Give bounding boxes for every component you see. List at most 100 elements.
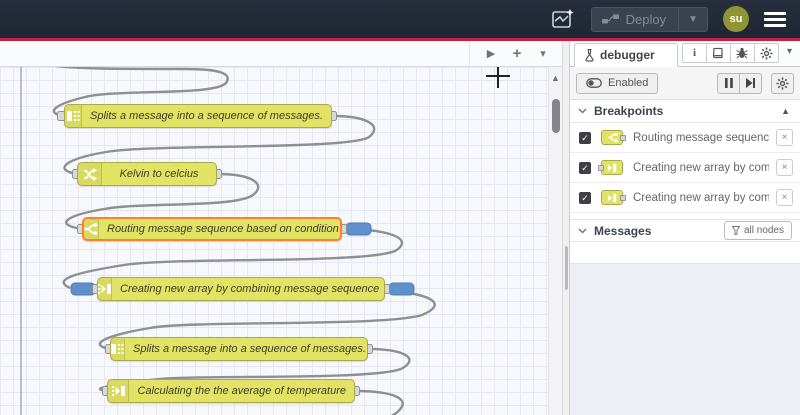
tab-debugger-label: debugger bbox=[600, 48, 655, 62]
messages-header[interactable]: Messages all nodes bbox=[570, 219, 800, 242]
node-label: Routing message sequence based on condit… bbox=[107, 223, 339, 235]
main-area: ▶ + ▾ Splits a message into a sequence o… bbox=[0, 41, 800, 415]
gear-icon bbox=[760, 47, 773, 59]
crosshair-cursor bbox=[486, 67, 510, 88]
filter-icon bbox=[731, 226, 740, 235]
node-label: Kelvin to celcius bbox=[119, 168, 199, 180]
breakpoint-checkbox[interactable]: ✓ bbox=[579, 161, 591, 174]
join-icon bbox=[108, 380, 130, 402]
user-avatar[interactable]: su bbox=[723, 6, 749, 32]
step-icon bbox=[746, 78, 755, 88]
node-change[interactable]: Kelvin to celcius bbox=[77, 162, 217, 186]
breakpoint-checkbox[interactable]: ✓ bbox=[579, 131, 591, 144]
sidebar-tab-icons: i ▾ bbox=[681, 43, 794, 63]
deploy-button[interactable]: Deploy ▼ bbox=[590, 6, 708, 32]
change-icon bbox=[78, 163, 102, 185]
split-icon bbox=[111, 338, 125, 360]
add-flow-button[interactable]: + bbox=[506, 44, 528, 64]
breakpoint-checkbox[interactable]: ✓ bbox=[579, 191, 591, 204]
node-join-1[interactable]: Creating new array by combining message … bbox=[97, 277, 385, 301]
messages-empty-row bbox=[570, 242, 800, 264]
node-switch-selected[interactable]: Routing message sequence based on condit… bbox=[82, 217, 342, 241]
node-split-2[interactable]: Splits a message into a sequence of mess… bbox=[110, 337, 368, 361]
breakpoints-scroll-up-icon[interactable]: ▲ bbox=[781, 106, 792, 116]
canvas-vertical-scrollbar[interactable]: ▲ bbox=[548, 67, 562, 415]
debugger-settings-button[interactable] bbox=[771, 72, 794, 94]
info-icon: i bbox=[692, 47, 696, 59]
breakpoints-title: Breakpoints bbox=[594, 104, 664, 118]
mini-port bbox=[598, 165, 604, 171]
remove-breakpoint-button[interactable]: × bbox=[776, 159, 793, 176]
flow-list-caret-icon[interactable]: ▾ bbox=[532, 44, 554, 64]
mini-join-node-icon bbox=[598, 160, 623, 175]
sidebar: debugger i ▾ Enabled Breakpoints ▲ ✓ Rou… bbox=[570, 41, 800, 415]
mini-port bbox=[620, 135, 626, 141]
node-split-1[interactable]: Splits a message into a sequence of mess… bbox=[64, 104, 332, 128]
book-icon bbox=[713, 47, 724, 59]
breakpoint-marker bbox=[70, 282, 96, 296]
pause-icon bbox=[724, 78, 733, 88]
node-join-2[interactable]: Calculating the the average of temperatu… bbox=[107, 379, 355, 403]
breakpoint-row[interactable]: ✓ Routing message sequence ba × bbox=[570, 123, 800, 153]
breakpoint-marker bbox=[388, 282, 415, 296]
sidebar-splitter[interactable] bbox=[562, 41, 570, 415]
mini-port bbox=[620, 195, 626, 201]
enabled-label: Enabled bbox=[608, 77, 649, 89]
enabled-toggle-button[interactable]: Enabled bbox=[576, 72, 659, 94]
node-label: Calculating the the average of temperatu… bbox=[137, 385, 346, 397]
workspace-column: ▶ + ▾ Splits a message into a sequence o… bbox=[0, 41, 562, 415]
breakpoint-row[interactable]: ✓ Creating new array by combini × bbox=[570, 153, 800, 183]
breakpoint-label: Routing message sequence ba bbox=[633, 131, 769, 144]
sidebar-tabrow: debugger i ▾ bbox=[570, 41, 800, 67]
message-filter-label: all nodes bbox=[743, 225, 784, 236]
scrollbar-thumb[interactable] bbox=[552, 99, 560, 133]
node-label: Splits a message into a sequence of mess… bbox=[133, 343, 366, 355]
breakpoint-label: Creating new array by combini bbox=[633, 191, 769, 204]
flask-icon bbox=[585, 48, 594, 62]
remove-breakpoint-button[interactable]: × bbox=[776, 189, 793, 206]
breakpoint-label: Creating new array by combini bbox=[633, 161, 769, 174]
step-button[interactable] bbox=[739, 72, 762, 94]
message-filter-button[interactable]: all nodes bbox=[723, 221, 792, 240]
split-icon bbox=[65, 105, 83, 127]
deploy-caret-icon[interactable]: ▼ bbox=[679, 14, 707, 25]
flow-tabstrip: ▶ + ▾ bbox=[0, 41, 562, 67]
flow-canvas[interactable]: Splits a message into a sequence of mess… bbox=[0, 67, 562, 415]
app-header: Deploy ▼ su bbox=[0, 0, 800, 38]
breakpoint-marker bbox=[345, 222, 372, 236]
bug-icon bbox=[736, 47, 749, 59]
breakpoints-header[interactable]: Breakpoints ▲ bbox=[570, 100, 800, 123]
chevron-down-icon bbox=[578, 227, 587, 234]
deploy-main: Deploy bbox=[592, 12, 678, 27]
messages-body bbox=[570, 264, 800, 415]
messages-title: Messages bbox=[594, 223, 652, 238]
remove-breakpoint-button[interactable]: × bbox=[776, 129, 793, 146]
breakpoint-row[interactable]: ✓ Creating new array by combini × bbox=[570, 183, 800, 213]
gear-icon bbox=[776, 77, 789, 89]
main-menu-icon[interactable] bbox=[764, 11, 786, 27]
join-icon bbox=[98, 278, 112, 300]
scrollbar-up-icon[interactable]: ▲ bbox=[549, 73, 562, 83]
workspace-chart-icon[interactable] bbox=[550, 7, 576, 31]
deploy-icon bbox=[601, 14, 619, 24]
splitter-handle[interactable] bbox=[565, 246, 568, 290]
debug-button[interactable] bbox=[729, 43, 755, 63]
deploy-label: Deploy bbox=[625, 11, 667, 27]
tab-scroll-right-icon[interactable]: ▶ bbox=[480, 44, 502, 64]
info-button[interactable]: i bbox=[681, 43, 707, 63]
toggle-icon bbox=[586, 78, 602, 88]
mini-join-node-icon bbox=[601, 190, 626, 205]
debugger-toolbar: Enabled bbox=[570, 67, 800, 100]
node-label: Splits a message into a sequence of mess… bbox=[90, 110, 323, 122]
mini-switch-node-icon bbox=[601, 130, 626, 145]
node-label: Creating new array by combining message … bbox=[120, 283, 380, 295]
tab-debugger[interactable]: debugger bbox=[574, 43, 678, 67]
switch-icon bbox=[84, 219, 99, 239]
wire bbox=[354, 389, 404, 415]
sidebar-menu-caret-icon[interactable]: ▾ bbox=[779, 46, 794, 57]
debug-controls bbox=[717, 72, 762, 94]
chevron-down-icon bbox=[578, 108, 587, 114]
docs-button[interactable] bbox=[705, 43, 731, 63]
pause-button[interactable] bbox=[717, 72, 740, 94]
config-button[interactable] bbox=[753, 43, 779, 63]
